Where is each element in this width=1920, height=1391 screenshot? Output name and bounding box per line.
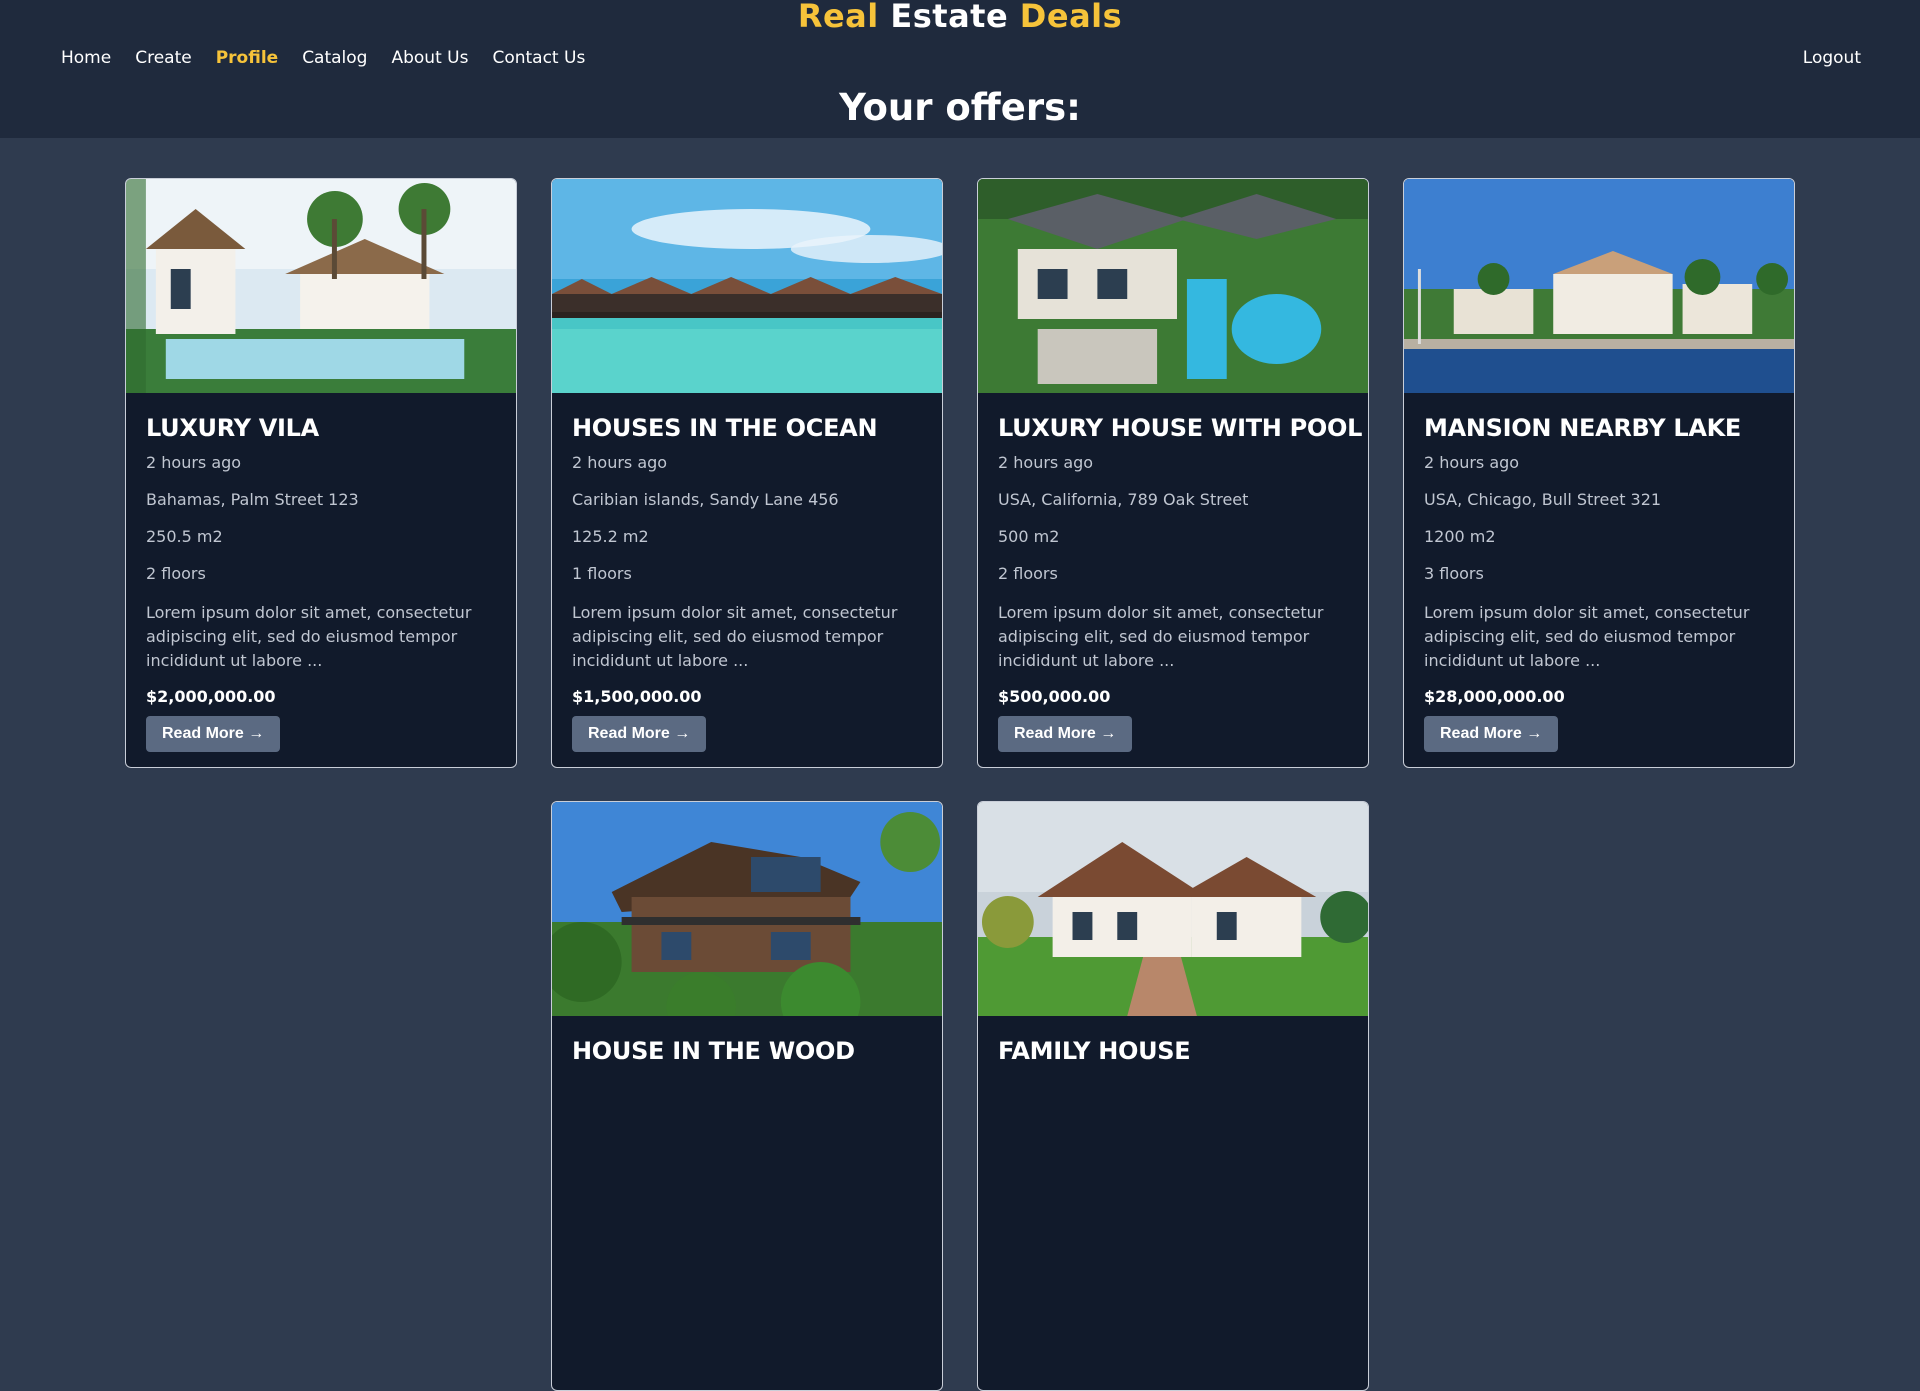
offer-description: Lorem ipsum dolor sit amet, consectetur … bbox=[146, 603, 472, 670]
offer-card: HOUSE IN THE WOOD bbox=[551, 801, 943, 1391]
brand-word-estate: Estate bbox=[890, 0, 1009, 35]
offer-title: FAMILY HOUSE bbox=[998, 1037, 1191, 1065]
read-more-button[interactable]: Read More → bbox=[146, 716, 281, 752]
offer-title: HOUSE IN THE WOOD bbox=[572, 1037, 855, 1065]
offer-title: MANSION NEARBY LAKE bbox=[1424, 414, 1742, 442]
nav-about-us[interactable]: About Us bbox=[391, 46, 468, 70]
site-header: Real Estate Deals Home Create Profile Ca… bbox=[0, 0, 1920, 138]
read-more-button[interactable]: Read More → bbox=[998, 716, 1133, 752]
site-brand[interactable]: Real Estate Deals bbox=[0, 0, 1920, 34]
offer-area: 500 m2 bbox=[998, 527, 1060, 546]
offer-card: LUXURY HOUSE WITH POOL 2 hours ago USA, … bbox=[977, 178, 1369, 768]
offer-posted: 2 hours ago bbox=[1424, 453, 1520, 472]
offer-posted: 2 hours ago bbox=[998, 453, 1094, 472]
offer-price: $28,000,000.00 bbox=[1424, 687, 1565, 706]
offer-card-body: FAMILY HOUSE bbox=[978, 1036, 1368, 1066]
lakeside-mansion-photo[interactable] bbox=[1404, 179, 1794, 393]
nav-contact-us[interactable]: Contact Us bbox=[492, 46, 585, 70]
logout-link[interactable]: Logout bbox=[1803, 46, 1861, 70]
offer-area: 250.5 m2 bbox=[146, 527, 223, 546]
read-more-button[interactable]: Read More → bbox=[1424, 716, 1559, 752]
wooden-house-forest-photo[interactable] bbox=[552, 802, 942, 1016]
offer-area: 1200 m2 bbox=[1424, 527, 1496, 546]
offer-card-body: HOUSES IN THE OCEAN 2 hours ago Caribian… bbox=[552, 413, 942, 752]
offer-card: LUXURY VILA 2 hours ago Bahamas, Palm St… bbox=[125, 178, 517, 768]
offer-area: 125.2 m2 bbox=[572, 527, 649, 546]
offer-title: HOUSES IN THE OCEAN bbox=[572, 414, 878, 442]
offer-card-body: HOUSE IN THE WOOD bbox=[552, 1036, 942, 1066]
offer-card: FAMILY HOUSE bbox=[977, 801, 1369, 1391]
offer-card-body: LUXURY VILA 2 hours ago Bahamas, Palm St… bbox=[126, 413, 516, 752]
offer-address: USA, Chicago, Bull Street 321 bbox=[1424, 490, 1662, 509]
offer-description: Lorem ipsum dolor sit amet, consectetur … bbox=[998, 603, 1324, 670]
offer-floors: 2 floors bbox=[998, 564, 1058, 583]
offer-title: LUXURY HOUSE WITH POOL bbox=[998, 414, 1363, 442]
family-house-lawn-photo[interactable] bbox=[978, 802, 1368, 1016]
offer-floors: 3 floors bbox=[1424, 564, 1484, 583]
main-nav: Home Create Profile Catalog About Us Con… bbox=[61, 46, 585, 70]
nav-profile[interactable]: Profile bbox=[216, 46, 278, 70]
offer-card-body: MANSION NEARBY LAKE 2 hours ago USA, Chi… bbox=[1404, 413, 1794, 752]
offer-price: $2,000,000.00 bbox=[146, 687, 276, 706]
offer-card: MANSION NEARBY LAKE 2 hours ago USA, Chi… bbox=[1403, 178, 1795, 768]
offer-address: Caribian islands, Sandy Lane 456 bbox=[572, 490, 839, 509]
offer-floors: 2 floors bbox=[146, 564, 206, 583]
nav-create[interactable]: Create bbox=[135, 46, 192, 70]
offer-card-body: LUXURY HOUSE WITH POOL 2 hours ago USA, … bbox=[978, 413, 1368, 752]
offer-posted: 2 hours ago bbox=[146, 453, 242, 472]
overwater-bungalows-photo[interactable] bbox=[552, 179, 942, 393]
offer-description: Lorem ipsum dolor sit amet, consectetur … bbox=[572, 603, 898, 670]
offer-floors: 1 floors bbox=[572, 564, 632, 583]
read-more-button[interactable]: Read More → bbox=[572, 716, 707, 752]
offer-description: Lorem ipsum dolor sit amet, consectetur … bbox=[1424, 603, 1750, 670]
offer-card: HOUSES IN THE OCEAN 2 hours ago Caribian… bbox=[551, 178, 943, 768]
page-title: Your offers: bbox=[839, 86, 1081, 129]
nav-catalog[interactable]: Catalog bbox=[302, 46, 367, 70]
brand-word-deals: Deals bbox=[1019, 0, 1123, 35]
nav-home[interactable]: Home bbox=[61, 46, 111, 70]
offer-posted: 2 hours ago bbox=[572, 453, 668, 472]
aerial-house-pool-photo[interactable] bbox=[978, 179, 1368, 393]
brand-word-real: Real bbox=[797, 0, 879, 35]
offer-title: LUXURY VILA bbox=[146, 414, 319, 442]
offer-price: $500,000.00 bbox=[998, 687, 1111, 706]
tropical-villa-pool-photo[interactable] bbox=[126, 179, 516, 393]
offer-price: $1,500,000.00 bbox=[572, 687, 702, 706]
offer-address: Bahamas, Palm Street 123 bbox=[146, 490, 359, 509]
offer-address: USA, California, 789 Oak Street bbox=[998, 490, 1249, 509]
